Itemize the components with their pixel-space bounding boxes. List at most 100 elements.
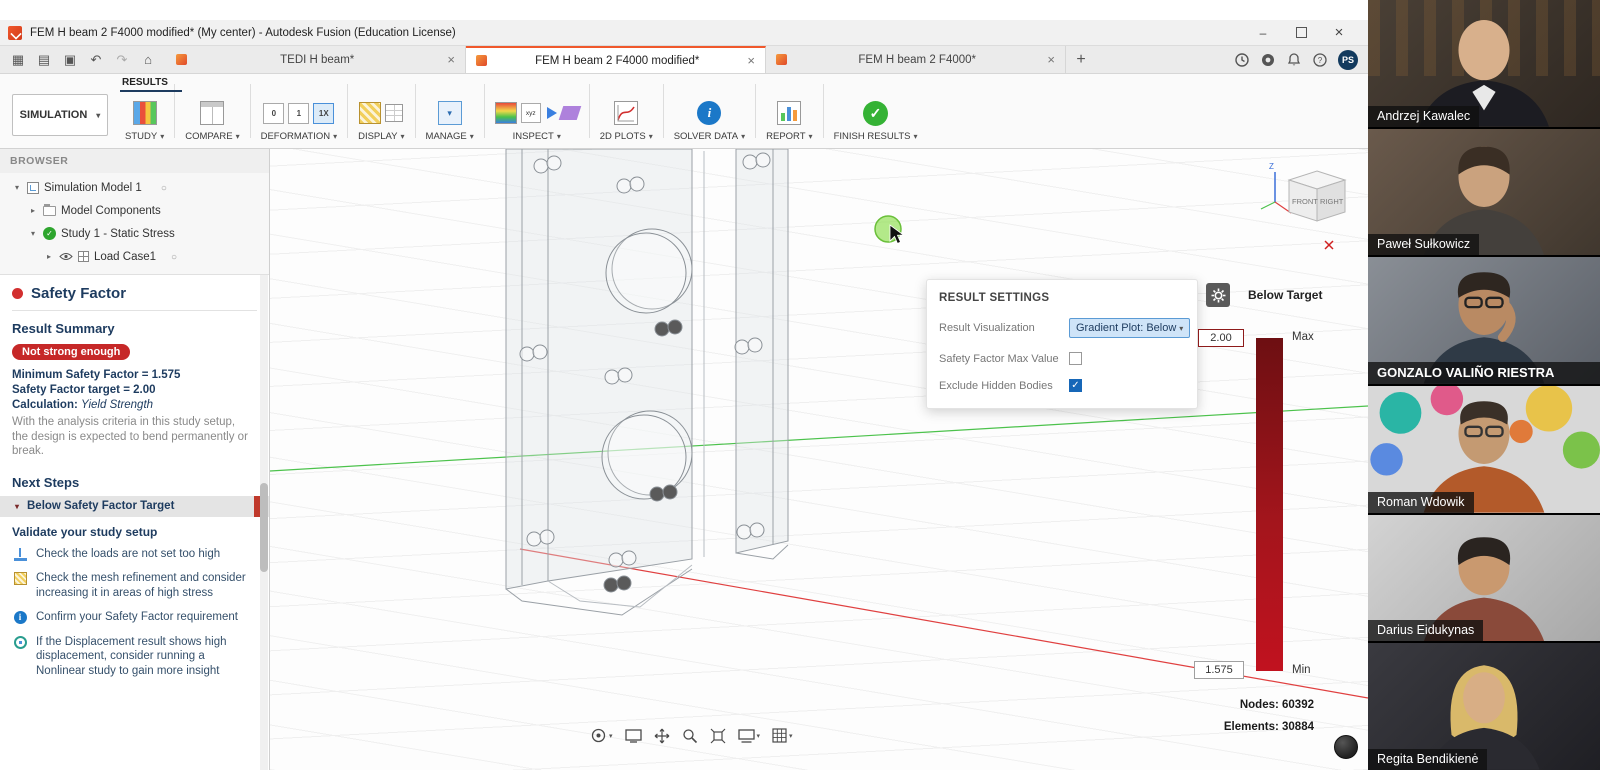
probe-xyz-icon[interactable] <box>521 103 541 123</box>
participant-video-tile[interactable]: GONZALO VALIÑO RIESTRA <box>1368 257 1600 386</box>
display-mesh-icon[interactable] <box>359 102 381 124</box>
finish-results-check-icon[interactable] <box>863 101 888 126</box>
participant-video-tile[interactable]: Paweł Sułkowicz <box>1368 129 1600 258</box>
ribbon-group-report[interactable]: REPORT <box>757 98 821 144</box>
visualization-dropdown[interactable]: Gradient Plot: Below <box>1069 318 1190 338</box>
report-icon[interactable] <box>777 101 801 125</box>
tab-close-icon[interactable] <box>447 52 455 67</box>
pan-icon[interactable] <box>654 728 670 744</box>
compare-icon[interactable] <box>200 101 224 125</box>
ribbon-group-finish-results[interactable]: FINISH RESULTS <box>825 98 927 144</box>
viewport-3d[interactable]: Z FRONT RIGHT RESULT SETTINGS <box>270 149 1368 770</box>
tab-tedi-h-beam[interactable]: TEDI H beam* <box>166 46 466 73</box>
exclude-hidden-checkbox[interactable] <box>1069 379 1082 392</box>
orbit-icon[interactable] <box>590 727 613 744</box>
undo-icon[interactable] <box>84 52 108 68</box>
participant-name: Andrzej Kawalec <box>1368 106 1479 127</box>
manage-icon[interactable] <box>438 101 462 125</box>
below-target-section-row[interactable]: Below Safety Factor Target <box>0 496 269 517</box>
deformation-actual-icon[interactable] <box>263 103 284 124</box>
maximize-button[interactable] <box>1284 23 1318 43</box>
ribbon-group-inspect[interactable]: INSPECT <box>486 98 588 144</box>
expand-icon[interactable] <box>28 206 38 215</box>
tab-fem-h-beam-modified[interactable]: FEM H beam 2 F4000 modified* <box>466 46 766 73</box>
deformation-scale-icon[interactable] <box>313 103 334 124</box>
participant-video-tile[interactable]: Roman Wdowik <box>1368 386 1600 515</box>
solver-info-icon[interactable] <box>697 101 721 125</box>
ribbon-separator <box>823 84 824 138</box>
display-grid-icon[interactable] <box>385 104 403 122</box>
tab-close-icon[interactable] <box>1047 52 1055 67</box>
ribbon-separator <box>663 84 664 138</box>
visibility-radio-icon[interactable] <box>171 251 177 263</box>
redo-icon[interactable] <box>110 52 134 68</box>
info-icon <box>14 611 27 624</box>
workspace-selector[interactable]: SIMULATION <box>12 94 108 136</box>
display-settings-icon[interactable] <box>738 729 761 743</box>
job-status-icon[interactable] <box>1234 52 1250 68</box>
user-avatar[interactable]: PS <box>1338 50 1358 70</box>
participant-video-tile[interactable]: Regita Bendikienė <box>1368 643 1600 770</box>
section-plane-icon[interactable] <box>558 106 581 120</box>
tab-fem-h-beam[interactable]: FEM H beam 2 F4000* <box>766 46 1066 73</box>
zoom-icon[interactable] <box>682 728 698 744</box>
probe-flag-icon[interactable] <box>547 107 557 119</box>
view-cube[interactable]: Z FRONT RIGHT <box>1255 157 1365 257</box>
tree-item-study1[interactable]: Study 1 - Static Stress <box>0 222 269 245</box>
tree-item-load-case1[interactable]: Load Case1 <box>0 245 269 268</box>
expand-icon[interactable] <box>44 252 54 261</box>
participant-name: GONZALO VALIÑO RIESTRA <box>1368 362 1600 384</box>
scrollbar-thumb[interactable] <box>260 483 268 572</box>
ribbon-group-display[interactable]: DISPLAY <box>349 98 413 144</box>
extensions-icon[interactable] <box>1260 52 1276 68</box>
home-icon[interactable] <box>136 52 160 67</box>
result-settings-dialog: RESULT SETTINGS Result Visualization Gra… <box>926 279 1198 409</box>
ribbon-group-deformation[interactable]: DEFORMATION <box>252 98 347 144</box>
h-beam-model[interactable] <box>506 149 788 615</box>
ribbon-separator <box>250 84 251 138</box>
meeting-floating-avatar[interactable] <box>1334 735 1358 759</box>
help-icon[interactable]: ? <box>1312 52 1328 68</box>
ribbon-group-manage[interactable]: MANAGE <box>417 98 483 144</box>
2d-plot-icon[interactable] <box>614 101 638 125</box>
ribbon-group-2d-plots[interactable]: 2D PLOTS <box>591 98 662 144</box>
max-value-checkbox[interactable] <box>1069 352 1082 365</box>
participant-video-tile[interactable]: Darius Eidukynas <box>1368 515 1600 644</box>
mesh-icon <box>14 572 27 585</box>
look-at-icon[interactable] <box>625 729 642 743</box>
participant-video-tile[interactable]: Andrzej Kawalec <box>1368 0 1600 129</box>
save-icon[interactable] <box>58 52 82 68</box>
gradient-result-icon[interactable] <box>495 102 517 124</box>
notifications-bell-icon[interactable] <box>1286 52 1302 68</box>
expand-icon[interactable] <box>28 229 38 238</box>
study-icon[interactable] <box>133 101 157 125</box>
tab-close-icon[interactable] <box>747 53 755 68</box>
panel-scrollbar[interactable] <box>260 275 268 770</box>
deformation-adjusted-icon[interactable] <box>288 103 309 124</box>
app-grid-icon[interactable] <box>6 52 30 68</box>
grid-settings-icon[interactable] <box>772 728 793 743</box>
legend-gradient-bar <box>1256 338 1283 671</box>
legend-min-input[interactable]: 1.575 <box>1194 661 1244 679</box>
expand-icon[interactable] <box>12 183 22 192</box>
visibility-radio-icon[interactable] <box>161 182 167 194</box>
ribbon-group-compare[interactable]: COMPARE <box>176 98 248 144</box>
minimize-button[interactable] <box>1246 23 1280 43</box>
collapse-icon[interactable] <box>12 502 22 511</box>
folder-icon <box>43 206 56 216</box>
file-menu-icon[interactable] <box>32 52 56 68</box>
close-button[interactable] <box>1322 23 1356 43</box>
fit-view-icon[interactable] <box>710 728 726 744</box>
safety-factor-panel: Safety Factor Result Summary Not strong … <box>0 274 269 770</box>
tree-item-model-components[interactable]: Model Components <box>0 199 269 222</box>
legend-settings-button[interactable] <box>1206 283 1230 307</box>
tree-item-simulation-model[interactable]: Simulation Model 1 <box>0 176 269 199</box>
ribbon-separator <box>174 84 175 138</box>
new-tab-button[interactable] <box>1066 46 1096 73</box>
eye-icon[interactable] <box>59 252 73 261</box>
ribbon-group-study[interactable]: STUDY <box>116 98 173 144</box>
legend-max-input[interactable]: 2.00 <box>1198 329 1244 347</box>
quick-access-toolbar <box>0 46 166 73</box>
fusion-app-icon <box>8 26 22 40</box>
ribbon-group-solver-data[interactable]: SOLVER DATA <box>665 98 754 144</box>
